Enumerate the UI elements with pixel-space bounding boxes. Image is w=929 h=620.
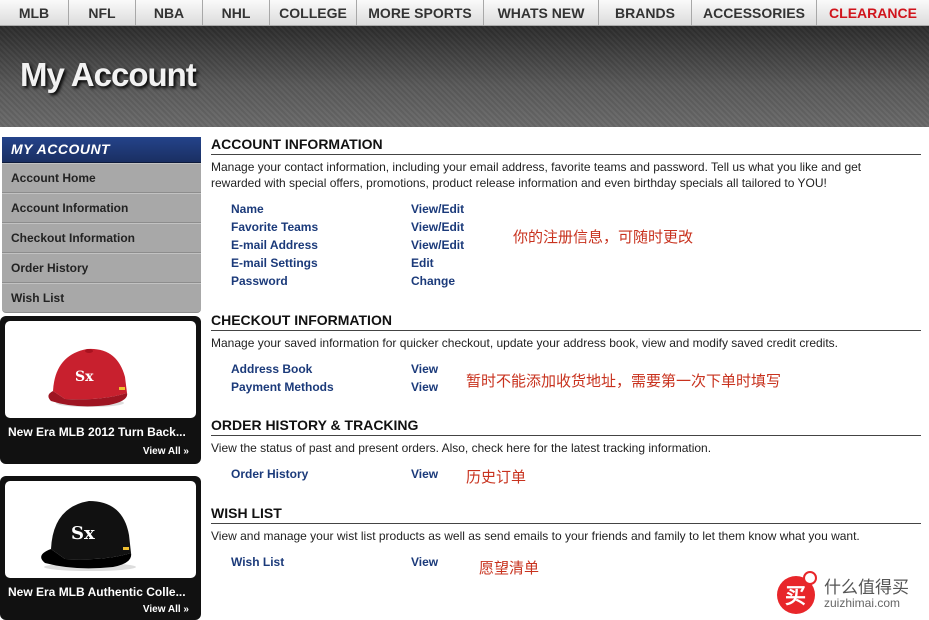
action-view-edit-name[interactable]: View/Edit (411, 202, 464, 216)
product-image[interactable]: Sx (5, 321, 196, 418)
svg-text:买: 买 (785, 584, 806, 608)
annotation-note: 历史订单 (466, 468, 527, 486)
promo-title[interactable]: New Era MLB Authentic Colle... (8, 585, 186, 599)
section-description: Manage your contact information, includi… (211, 160, 862, 190)
section-description: View the status of past and present orde… (211, 441, 712, 455)
section-title-checkout-information: CHECKOUT INFORMATION (211, 312, 921, 331)
section-title-order-history: ORDER HISTORY & TRACKING (211, 417, 921, 436)
svg-text:Sx: Sx (71, 523, 95, 544)
action-edit-email-settings[interactable]: Edit (411, 256, 434, 270)
action-view-wish-list[interactable]: View (411, 555, 438, 569)
section-description: View and manage your wist list products … (211, 529, 860, 543)
sidebar-item-account-home[interactable]: Account Home (2, 163, 201, 193)
link-wish-list[interactable]: Wish List (231, 555, 284, 569)
nav-more-sports[interactable]: MORE SPORTS (357, 0, 484, 26)
section-title-wish-list: WISH LIST (211, 505, 921, 524)
nav-accessories[interactable]: ACCESSORIES (692, 0, 817, 26)
black-cap-icon: Sx (41, 501, 136, 571)
product-image[interactable]: Sx (5, 481, 196, 578)
sidebar-item-checkout-information[interactable]: Checkout Information (2, 223, 201, 253)
action-view-edit-email-address[interactable]: View/Edit (411, 238, 464, 252)
promo-title[interactable]: New Era MLB 2012 Turn Back... (8, 425, 186, 439)
sidebar-header: MY ACCOUNT (2, 137, 201, 163)
nav-college[interactable]: COLLEGE (270, 0, 357, 26)
action-view-order-history[interactable]: View (411, 467, 438, 481)
link-payment-methods[interactable]: Payment Methods (231, 380, 334, 394)
action-view-address-book[interactable]: View (411, 362, 438, 376)
watermark-cn: 什么值得买 (824, 578, 909, 597)
nav-mlb[interactable]: MLB (0, 0, 69, 26)
nav-nfl[interactable]: NFL (69, 0, 136, 26)
zuizhimai-logo-icon: 买 (777, 571, 817, 614)
action-view-payment-methods[interactable]: View (411, 380, 438, 394)
section-title-account-information: ACCOUNT INFORMATION (211, 136, 921, 155)
hero-banner: My Account (0, 26, 929, 127)
sidebar-item-wish-list[interactable]: Wish List (2, 283, 201, 313)
link-favorite-teams[interactable]: Favorite Teams (231, 220, 318, 234)
link-address-book[interactable]: Address Book (231, 362, 312, 376)
link-email-settings[interactable]: E-mail Settings (231, 256, 318, 270)
section-description: Manage your saved information for quicke… (211, 336, 838, 350)
svg-text:Sx: Sx (75, 369, 94, 385)
nav-whats-new[interactable]: WHATS NEW (484, 0, 599, 26)
link-password[interactable]: Password (231, 274, 288, 288)
nav-nba[interactable]: NBA (136, 0, 203, 26)
page-title: My Account (20, 56, 197, 93)
action-view-edit-favorite-teams[interactable]: View/Edit (411, 220, 464, 234)
link-name[interactable]: Name (231, 202, 264, 216)
site-watermark: 买 什么值得买 zuizhimai.com (774, 570, 924, 616)
sidebar-item-account-information[interactable]: Account Information (2, 193, 201, 223)
view-all-link[interactable]: View All » (143, 446, 189, 457)
annotation-note: 愿望清单 (479, 559, 540, 577)
link-email-address[interactable]: E-mail Address (231, 238, 318, 252)
top-nav: MLB NFL NBA NHL COLLEGE MORE SPORTS WHAT… (0, 0, 929, 26)
nav-nhl[interactable]: NHL (203, 0, 270, 26)
promo-card[interactable]: Sx New Era MLB Authentic Colle... View A… (0, 476, 201, 620)
annotation-note: 你的注册信息，可随时更改 (513, 228, 694, 246)
action-change-password[interactable]: Change (411, 274, 455, 288)
view-all-link[interactable]: View All » (143, 604, 189, 615)
nav-brands[interactable]: BRANDS (599, 0, 692, 26)
sidebar-item-order-history[interactable]: Order History (2, 253, 201, 283)
link-order-history[interactable]: Order History (231, 467, 308, 481)
sidebar: MY ACCOUNT Account Home Account Informat… (2, 137, 201, 313)
nav-clearance[interactable]: CLEARANCE (817, 0, 929, 26)
annotation-note: 暂时不能添加收货地址，需要第一次下单时填写 (466, 372, 782, 390)
promo-card[interactable]: Sx New Era MLB 2012 Turn Back... View Al… (0, 316, 201, 464)
watermark-en: zuizhimai.com (824, 596, 901, 610)
red-cap-icon: Sx (48, 348, 128, 407)
